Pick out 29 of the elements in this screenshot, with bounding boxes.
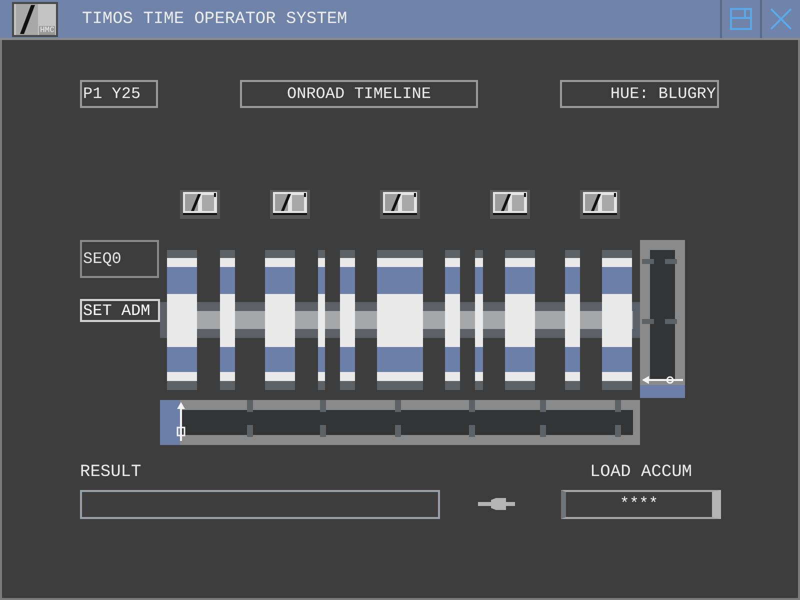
hue-indicator: HUE: BLUGRY <box>560 80 719 108</box>
marker-button[interactable] <box>270 190 310 219</box>
close-icon <box>770 8 792 30</box>
marker-button[interactable] <box>580 190 620 219</box>
slash-tile-icon <box>493 192 527 215</box>
row-label[interactable]: SEQ0 <box>80 240 159 278</box>
slash-tile-icon <box>273 192 307 215</box>
scrollbar-thumb[interactable] <box>176 402 186 441</box>
window-title: TIMOS TIME OPERATOR SYSTEM <box>82 10 348 28</box>
marker-button[interactable] <box>380 190 420 219</box>
load-accum-field[interactable]: **** <box>561 490 721 519</box>
page-indicator: P1 Y25 <box>80 80 158 108</box>
marker-button[interactable] <box>180 190 220 219</box>
slash-tile-icon <box>583 192 617 215</box>
slash-icon <box>16 4 38 34</box>
result-label: RESULT <box>80 463 142 483</box>
logo-text: HMC <box>39 26 56 34</box>
plug-icon <box>478 497 515 511</box>
result-field[interactable] <box>80 490 440 519</box>
marker-button[interactable] <box>490 190 530 219</box>
vertical-scrollbar[interactable] <box>640 240 685 398</box>
row-label[interactable]: SET ADM <box>80 299 160 322</box>
scrollbar-thumb[interactable] <box>642 376 683 384</box>
save-icon <box>730 8 752 30</box>
load-accum-label: LOAD ACCUM <box>590 463 692 483</box>
horizontal-scrollbar[interactable] <box>160 400 640 445</box>
view-title: ONROAD TIMELINE <box>240 80 478 108</box>
slash-tile-icon <box>183 192 217 215</box>
slash-tile-icon <box>383 192 417 215</box>
